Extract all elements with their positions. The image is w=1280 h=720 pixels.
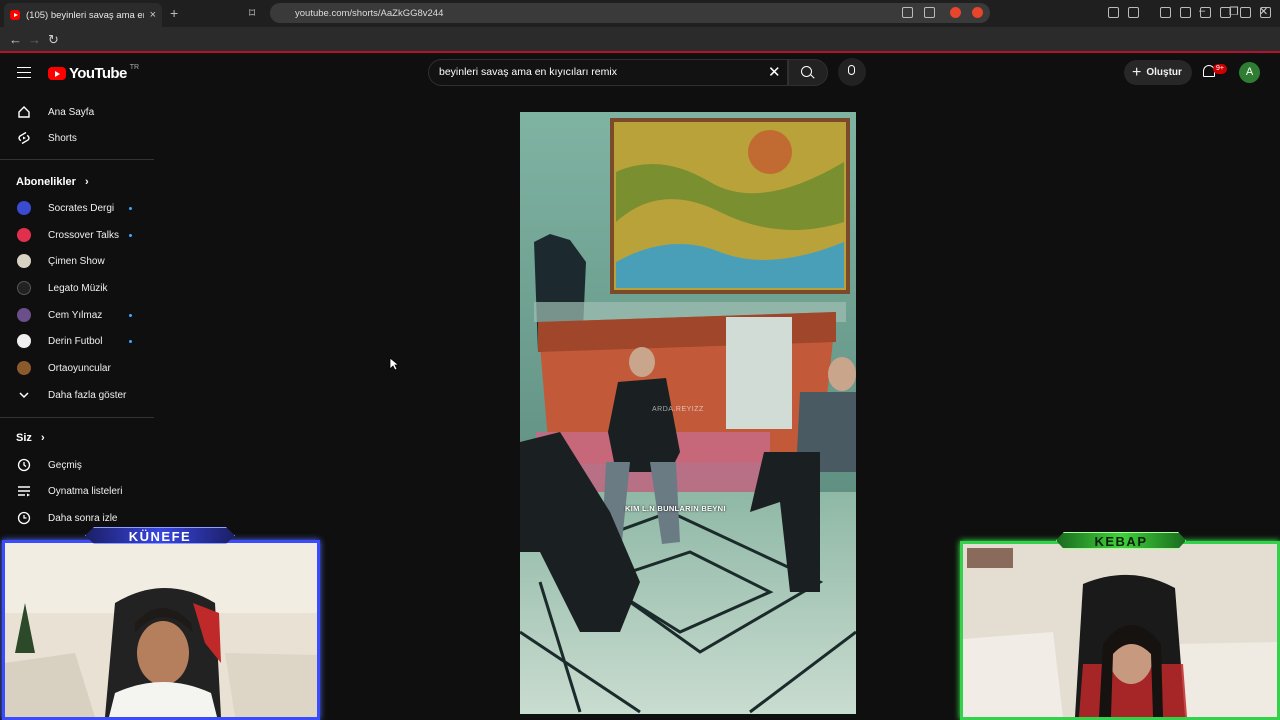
vpn-icon[interactable] [1240,7,1251,18]
video-caption: KIM L.N BUNLARIN BEYNI [625,504,726,513]
subscriptions-heading[interactable]: Abonelikler › [16,176,89,188]
sidebar-item-channel[interactable]: Çimen Show [0,248,154,274]
channel-avatar [17,361,31,375]
sidebar-item-channel[interactable]: Cem Yılmaz [0,302,154,328]
youtube-favicon-icon [10,10,20,20]
notification-badge: 9+ [1213,64,1227,74]
channel-avatar [17,254,31,268]
left-webcam-title: KÜNEFE [85,527,235,544]
right-webcam-overlay [960,541,1280,720]
hamburger-menu-icon[interactable] [17,67,31,78]
sidebar-item-label: Ana Sayfa [48,106,95,118]
channel-name: Legato Müzik [48,282,108,294]
playlists-icon [18,486,30,497]
new-content-dot [129,206,132,210]
shorts-video-player[interactable]: ARDA.REYIZZ KIM L.N BUNLARIN BEYNI [520,112,856,714]
back-button[interactable]: ← [9,32,22,47]
video-frame [520,112,856,714]
show-more-button[interactable]: Daha fazla göster [0,382,154,408]
microphone-icon [848,65,855,75]
share-icon[interactable] [924,7,935,18]
brave-rewards-icon[interactable] [972,7,983,18]
tab-title: (105) beyinleri savaş ama en kıyıcıları … [26,9,144,21]
sidebar-item-label: Oynatma listeleri [48,485,123,497]
channel-name: Derin Futbol [48,335,103,347]
brave-shield-icon[interactable] [950,7,961,18]
sidebar-item-channel[interactable]: Ortaoyuncular [0,355,154,381]
left-webcam-overlay [2,540,320,720]
mouse-cursor-icon [389,357,399,371]
history-icon [17,458,31,472]
url-text[interactable]: youtube.com/shorts/AaZkGG8v244 [295,8,443,19]
forward-button[interactable]: → [28,32,41,47]
search-query[interactable]: beyinleri savaş ama en kıyıcıları remix [439,66,617,78]
screenshot-icon[interactable] [1128,7,1139,18]
left-webcam-feed [5,543,317,717]
channel-avatar [17,308,31,322]
extensions-icon[interactable] [1108,7,1119,18]
account-avatar[interactable]: A [1239,62,1260,83]
new-content-dot [129,339,132,343]
create-button[interactable]: + Oluştur [1124,60,1192,85]
bookmark-icon[interactable]: ⌑ [249,6,255,20]
sidebar-item-label: Shorts [48,132,77,144]
sidebar-item-channel[interactable]: Derin Futbol [0,328,154,354]
sidebar-item-home[interactable]: Ana Sayfa [0,99,154,125]
sidebar-item-shorts[interactable]: Shorts [0,125,154,151]
channel-avatar [17,228,31,242]
show-more-label: Daha fazla göster [48,389,127,401]
country-code: TR [129,64,140,71]
sidebar-item-playlists[interactable]: Oynatma listeleri [0,478,154,504]
sidebar-divider [0,417,154,418]
leo-ai-icon[interactable] [1220,7,1231,18]
channel-name: Ortaoyuncular [48,362,111,374]
reload-button[interactable]: ↻ [48,32,59,48]
sidebar-item-channel[interactable]: Legato Müzik [0,275,154,301]
home-icon [18,106,30,118]
channel-name: Socrates Dergi [48,202,115,214]
watch-later-icon [17,511,31,525]
create-label: Oluştur [1146,67,1182,78]
logo-text: YouTube [69,65,127,82]
youtube-play-icon [48,67,66,80]
sidebar-item-channel[interactable]: Crossover Talks [0,222,154,248]
sidebar-item-channel[interactable]: Socrates Dergi [0,195,154,221]
clear-search-icon[interactable]: ✕ [768,63,781,81]
youtube-logo[interactable]: YouTube TR [48,64,140,82]
address-bar-row: ← → ↻ [0,27,1280,53]
sidebar-divider [0,159,154,160]
new-content-dot [129,233,132,237]
wallet-icon[interactable] [1200,7,1211,18]
channel-name: Crossover Talks [48,229,119,241]
chevron-down-icon [19,392,29,399]
new-tab-button[interactable]: + [170,5,178,21]
channel-avatar [17,334,31,348]
sidebar-toggle-icon[interactable] [1180,7,1191,18]
cast-icon[interactable] [902,7,913,18]
shorts-icon [18,131,30,145]
tab-close-icon[interactable]: × [150,9,156,21]
browser-tab[interactable]: (105) beyinleri savaş ama en kıyıcıları … [4,3,162,27]
music-icon[interactable] [1160,7,1171,18]
chevron-right-icon: › [40,432,45,444]
new-content-dot [129,313,132,317]
plus-icon: + [1132,63,1142,81]
channel-avatar [17,201,31,215]
channel-avatar [17,281,31,295]
search-icon [801,66,812,77]
sidebar-item-history[interactable]: Geçmiş [0,452,154,478]
channel-name: Çimen Show [48,255,105,267]
channel-name: Cem Yılmaz [48,309,103,321]
sidebar-item-label: Daha sonra izle [48,512,118,524]
right-webcam-feed [963,544,1277,717]
right-webcam-title: KEBAP [1056,532,1186,549]
chevron-right-icon: › [84,176,89,188]
you-heading[interactable]: Siz › [16,432,45,444]
subscriptions-title: Abonelikler [16,176,76,188]
video-watermark: ARDA.REYIZZ [652,406,704,413]
menu-icon[interactable] [1260,7,1271,18]
sidebar-item-label: Geçmiş [48,459,82,471]
you-title: Siz [16,432,32,444]
